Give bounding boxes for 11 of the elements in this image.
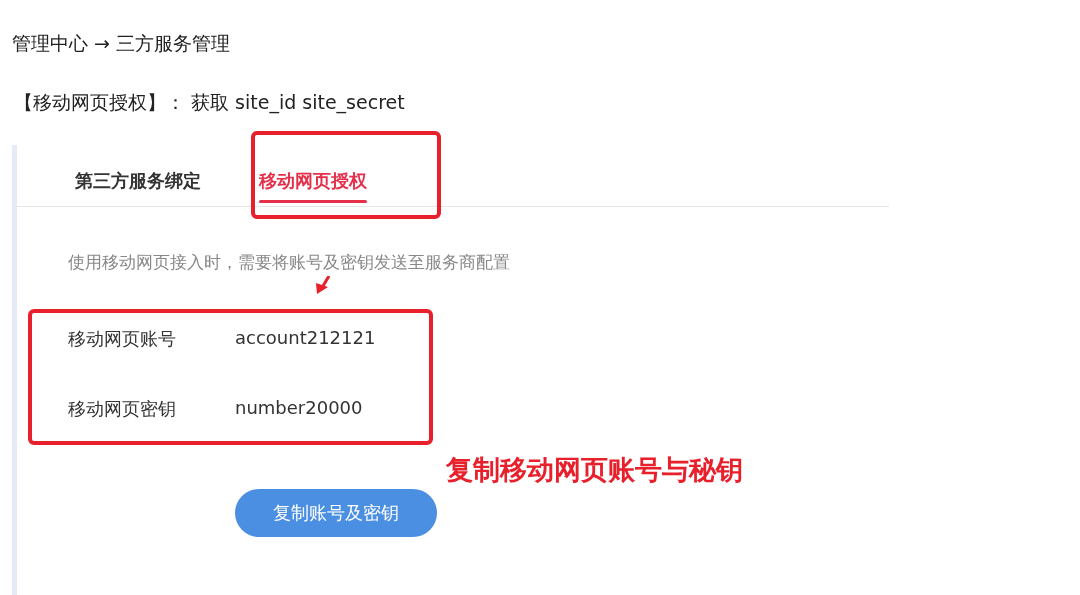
field-value: number20000: [235, 397, 363, 420]
description: 使用移动网页接入时，需要将账号及密钥发送至服务商配置: [68, 251, 511, 274]
copy-button[interactable]: 复制账号及密钥: [235, 489, 437, 537]
field-label: 移动网页账号: [68, 327, 177, 351]
tab[interactable]: 第三方服务绑定: [75, 145, 201, 206]
callout-text: 复制移动网页账号与秘钥: [446, 453, 743, 487]
field-label: 移动网页密钥: [68, 397, 177, 421]
tab[interactable]: 移动网页授权: [259, 145, 367, 206]
field-value: account212121: [235, 327, 376, 350]
breadcrumb: 管理中心 → 三方服务管理: [12, 31, 230, 56]
heading: 【移动网页授权】： 获取 site_id site_secret: [14, 90, 405, 116]
